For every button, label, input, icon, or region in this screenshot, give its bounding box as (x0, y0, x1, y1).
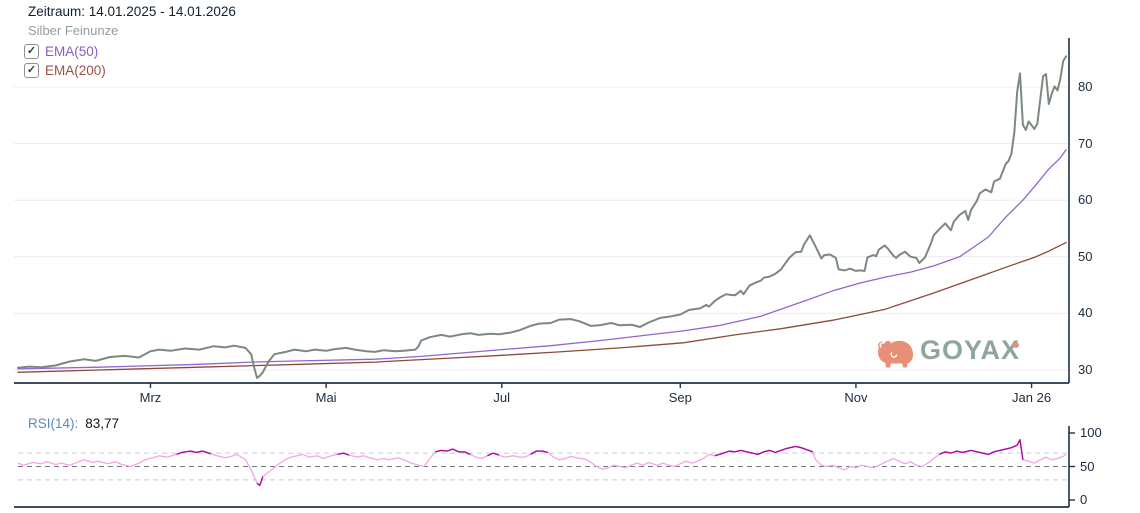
goyax-logo-text: GOYAX (920, 335, 1021, 365)
rsi-y-label: 100 (1080, 425, 1102, 440)
price-y-label: 40 (1078, 305, 1093, 321)
rsi-y-label: 50 (1080, 458, 1095, 474)
rsi-y-label: 0 (1080, 492, 1088, 507)
month-label: Mai (315, 390, 337, 405)
ema50-toggle-row: ✓ EMA(50) (24, 43, 98, 59)
goyax-watermark: GOYAX (874, 335, 1021, 370)
price-y-label: 80 (1078, 79, 1093, 94)
instrument-name: Silber Feinunze (28, 23, 119, 38)
price-y-label: 60 (1078, 192, 1093, 208)
ema200-toggle-row: ✓ EMA(200) (24, 62, 106, 78)
rsi-extreme-segment (939, 439, 1024, 460)
rsi-extreme-segment (435, 448, 471, 456)
rsi-extreme-segment (530, 450, 548, 456)
price-y-label: 70 (1078, 135, 1093, 151)
series-line-kurs (17, 55, 1068, 379)
ema200-checkbox[interactable]: ✓ (24, 62, 39, 78)
month-label: Jan 26 (1012, 390, 1052, 405)
ema50-checkbox[interactable]: ✓ (24, 43, 39, 59)
rsi-caption: RSI(14): 83,77 (28, 416, 119, 431)
price-y-label: 30 (1078, 362, 1093, 377)
month-label: Jul (493, 390, 511, 405)
ema50-label: EMA(50) (45, 43, 99, 59)
rsi-extreme-segment (337, 452, 350, 456)
ema200-label: EMA(200) (45, 62, 106, 78)
month-label: Nov (844, 390, 868, 405)
rsi-indicator-label: RSI(14): (28, 416, 79, 431)
goyax-logo-dot (1013, 342, 1019, 348)
goyax-bull-icon (878, 340, 914, 368)
month-label: Sep (668, 390, 692, 405)
price-y-label: 50 (1078, 248, 1093, 264)
month-label: Mrz (139, 390, 162, 405)
period-label: Zeitraum: 14.01.2025 - 14.01.2026 (28, 4, 236, 19)
chart-canvas[interactable] (0, 0, 1140, 513)
quote-chart-widget: Zeitraum: 14.01.2025 - 14.01.2026 Silber… (0, 0, 1140, 513)
rsi-extreme-segment (714, 445, 813, 457)
rsi-line (17, 439, 1067, 486)
rsi-extreme-segment (256, 476, 264, 486)
rsi-value: 83,77 (85, 416, 120, 431)
